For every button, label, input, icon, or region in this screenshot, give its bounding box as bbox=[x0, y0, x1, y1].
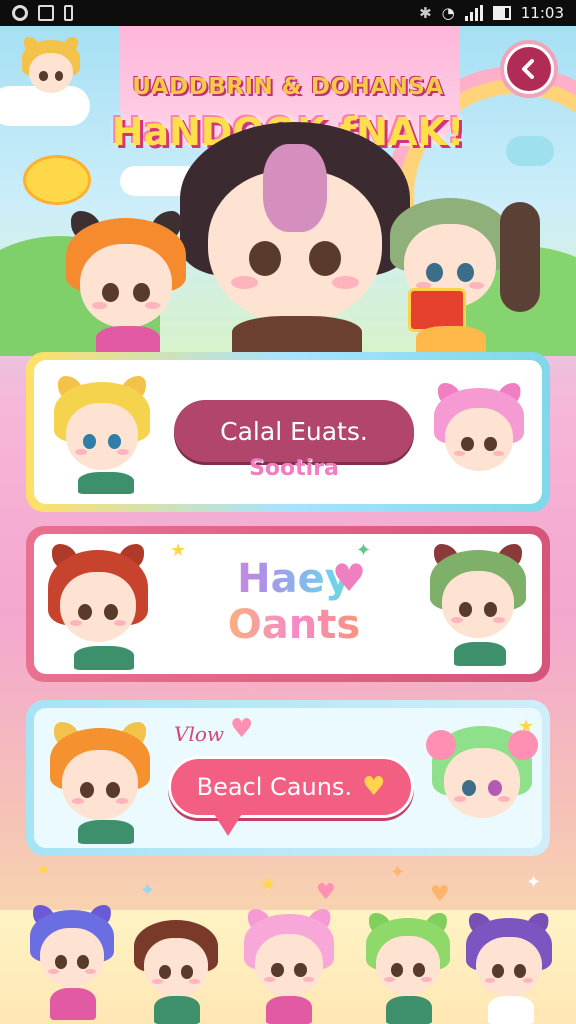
menu-card-1[interactable]: Calal Euats. Sootira bbox=[26, 352, 550, 512]
battery-small-icon bbox=[64, 5, 73, 21]
card-3-left-avatar-body bbox=[78, 820, 134, 844]
heart-decoration: ♥ bbox=[430, 882, 450, 907]
status-right-icons: ✱ ◔ 11:03 bbox=[419, 4, 564, 22]
card-3-content: Vlow ♥ Beacl Cauns. ♥ ★ bbox=[34, 708, 542, 848]
card-3-pill-button[interactable]: Beacl Cauns. ♥ bbox=[168, 756, 414, 818]
header-scene: UADDBRIN & DOHANSA HaNDOOK fNAK! bbox=[0, 26, 576, 356]
card-2-content: ★ Haey Oants ♥ ✦ bbox=[34, 534, 542, 674]
right-character-ponytail bbox=[500, 202, 540, 312]
image-icon bbox=[38, 5, 54, 21]
bottom-character-2 bbox=[134, 920, 218, 1004]
card-2-line-1: Haey bbox=[184, 556, 404, 602]
card-2-right-avatar bbox=[430, 544, 526, 646]
bottom-character-3 bbox=[244, 908, 334, 1004]
bottom-character-5-body bbox=[488, 996, 534, 1024]
header-subtitle: UADDBRIN & DOHANSA bbox=[132, 74, 444, 100]
heart-icon: ♥ bbox=[230, 714, 254, 744]
sun-character-decoration bbox=[26, 158, 88, 202]
bottom-character-5 bbox=[466, 912, 552, 1004]
bottom-character-4-body bbox=[386, 996, 432, 1024]
star-decoration: ✦ bbox=[356, 540, 372, 561]
battery-icon bbox=[492, 6, 511, 20]
card-1-right-avatar bbox=[434, 382, 524, 478]
speech-tail-decoration bbox=[214, 814, 242, 836]
signal-icon bbox=[464, 5, 483, 21]
card-1-pill-button[interactable]: Calal Euats. bbox=[174, 400, 414, 462]
card-2-right-avatar-body bbox=[454, 642, 506, 666]
star-decoration: ✦ bbox=[140, 880, 156, 901]
card-2-line-2: Oants bbox=[184, 602, 404, 648]
card-1-sublabel: Sootira bbox=[249, 456, 339, 481]
card-3-pill-label: Beacl Cauns. bbox=[196, 773, 353, 801]
status-bar: ✱ ◔ 11:03 bbox=[0, 0, 576, 26]
card-1-content: Calal Euats. Sootira bbox=[34, 360, 542, 504]
main-character-body bbox=[232, 316, 362, 356]
record-icon bbox=[12, 5, 28, 21]
left-character bbox=[66, 210, 186, 338]
card-2-left-avatar-body bbox=[74, 646, 134, 670]
bottom-character-2-body bbox=[154, 996, 200, 1024]
back-button[interactable] bbox=[500, 40, 558, 98]
heart-decoration: ♥ bbox=[316, 880, 336, 905]
star-decoration: ✦ bbox=[390, 862, 406, 883]
card-2-title: Haey Oants bbox=[184, 556, 404, 648]
bottom-character-row bbox=[0, 904, 576, 1024]
card-1-left-avatar bbox=[54, 376, 150, 478]
back-arrow-icon bbox=[507, 47, 551, 91]
star-decoration: ✦ bbox=[526, 872, 542, 893]
wifi-icon: ◔ bbox=[441, 4, 455, 22]
heart-icon: ♥ bbox=[362, 772, 386, 802]
card-3-left-avatar bbox=[50, 722, 150, 828]
menu-card-2[interactable]: ★ Haey Oants ♥ ✦ bbox=[26, 526, 550, 682]
status-time: 11:03 bbox=[520, 4, 564, 22]
heart-icon: ♥ bbox=[332, 556, 367, 600]
bottom-character-3-body bbox=[266, 996, 312, 1024]
card-3-tag: Vlow bbox=[174, 722, 224, 746]
star-decoration: ★ bbox=[518, 716, 535, 737]
main-character bbox=[180, 122, 410, 342]
menu-card-3[interactable]: Vlow ♥ Beacl Cauns. ♥ ★ bbox=[26, 700, 550, 856]
bottom-character-4 bbox=[366, 912, 450, 1002]
star-decoration: ✦ bbox=[36, 860, 52, 881]
star-decoration: ★ bbox=[260, 874, 277, 895]
status-left-icons bbox=[12, 5, 73, 21]
bluetooth-icon: ✱ bbox=[419, 4, 432, 22]
cloud-character-decoration bbox=[506, 136, 554, 166]
card-2-left-avatar bbox=[48, 544, 148, 650]
bottom-character-1 bbox=[30, 904, 114, 994]
mascot-avatar bbox=[22, 36, 80, 98]
card-1-left-avatar-body bbox=[78, 472, 134, 494]
bottom-character-1-body bbox=[50, 988, 96, 1020]
card-3-right-avatar bbox=[426, 726, 538, 826]
